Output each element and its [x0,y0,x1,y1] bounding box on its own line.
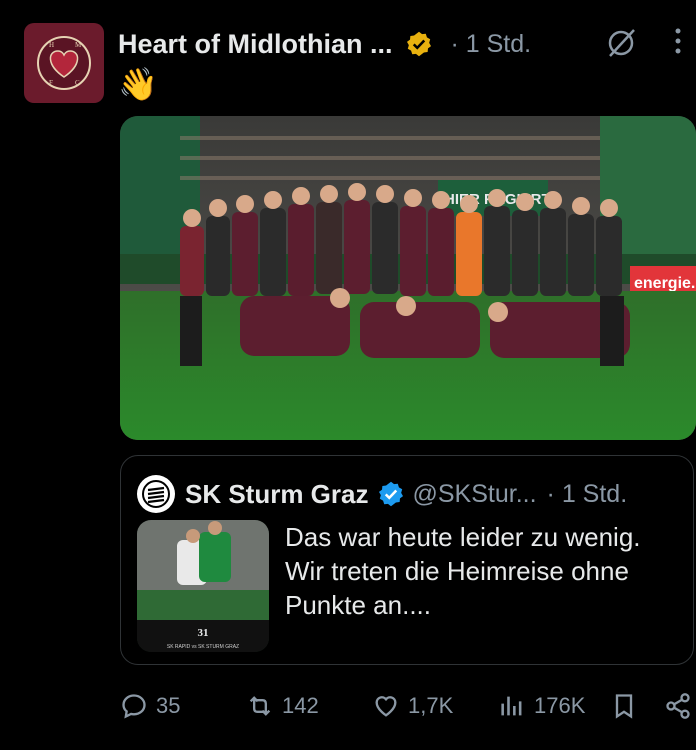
view-count: 176K [534,693,586,718]
svg-text:M: M [75,41,82,49]
quoted-post-text: Das war heute leider zu wenig. Wir trete… [285,522,641,620]
bookmark-button[interactable] [610,683,646,729]
more-options-icon[interactable] [672,26,684,56]
team-celebration-photo: HIER REGIERT energie. [120,116,696,440]
reply-icon [122,694,146,719]
quoted-author-handle[interactable]: @SKStur... [413,480,537,509]
waving-hand-emoji: 👋 [118,66,158,102]
views-button[interactable]: 176K [498,683,585,729]
quoted-author-avatar[interactable] [137,475,175,513]
post-time[interactable]: · 1 Std. [451,30,532,59]
quoted-post-thumbnail[interactable]: 31 SK RAPID vs SK STURM GRAZ [137,520,269,652]
author-name[interactable]: Heart of Midlothian ... [118,29,393,60]
like-count: 1,7K [408,693,454,718]
post-image[interactable]: HIER REGIERT energie. [120,116,696,440]
quoted-author-name[interactable]: SK Sturm Graz [185,479,369,510]
reply-count: 35 [156,693,181,718]
quoted-post[interactable]: SK Sturm Graz @SKStur... · 1 Std. 31 SK … [120,455,694,665]
repost-count: 142 [282,693,319,718]
svg-text:energie.: energie. [634,275,695,292]
like-button[interactable]: 1,7K [372,683,453,729]
repost-icon [249,696,271,716]
hearts-crest-icon: H M F C [37,36,91,90]
repost-button[interactable]: 142 [246,683,319,729]
verified-gold-icon [406,31,431,57]
grok-icon[interactable] [604,26,638,60]
svg-text:31: 31 [198,627,209,639]
author-avatar[interactable]: H M F C [24,23,104,103]
svg-text:SK RAPID vs SK STURM GRAZ: SK RAPID vs SK STURM GRAZ [167,644,239,650]
share-button[interactable] [664,683,696,729]
share-icon [666,693,690,719]
verified-blue-icon [378,481,403,507]
sturm-graz-logo-icon [142,480,170,508]
svg-text:F: F [49,79,53,87]
views-chart-icon [501,696,522,716]
svg-text:C: C [75,79,80,87]
heart-icon [375,696,397,717]
svg-text:H: H [49,41,54,49]
quoted-post-header: SK Sturm Graz @SKStur... · 1 Std. [137,474,693,514]
bookmark-icon [615,694,633,719]
reply-button[interactable]: 35 [120,683,180,729]
quoted-post-time: · 1 Std. [546,479,628,508]
post-action-bar: 35 142 1,7K 176K [0,683,696,729]
quoted-match-image: 31 SK RAPID vs SK STURM GRAZ [137,520,269,652]
